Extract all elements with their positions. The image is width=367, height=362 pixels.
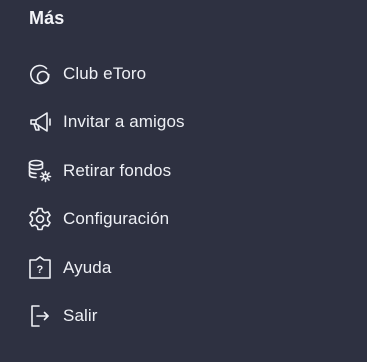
menu-item-invite-friends[interactable]: Invitar a amigos <box>0 98 367 146</box>
more-menu-panel: Más Club eToro Invitar a amigos Retirar … <box>0 0 367 362</box>
menu-item-help[interactable]: ? Ayuda <box>0 244 367 292</box>
logout-icon <box>26 302 54 330</box>
help-icon: ? <box>26 254 54 282</box>
menu-item-label: Club eToro <box>63 64 147 83</box>
coins-gear-icon <box>26 157 54 185</box>
menu-item-withdraw-funds[interactable]: Retirar fondos <box>0 147 367 195</box>
menu-item-club-etoro[interactable]: Club eToro <box>0 50 367 98</box>
menu-item-label: Configuración <box>63 209 170 228</box>
menu-item-label: Retirar fondos <box>63 161 172 180</box>
menu-item-label: Invitar a amigos <box>63 112 185 131</box>
club-icon <box>26 60 54 88</box>
menu-item-settings[interactable]: Configuración <box>0 195 367 243</box>
menu-item-logout[interactable]: Salir <box>0 292 367 340</box>
gear-icon <box>26 205 54 233</box>
menu-title: Más <box>29 8 65 28</box>
menu-item-label: Ayuda <box>63 258 112 277</box>
svg-text:?: ? <box>37 264 44 276</box>
menu-item-label: Salir <box>63 306 98 325</box>
megaphone-icon <box>26 108 54 136</box>
